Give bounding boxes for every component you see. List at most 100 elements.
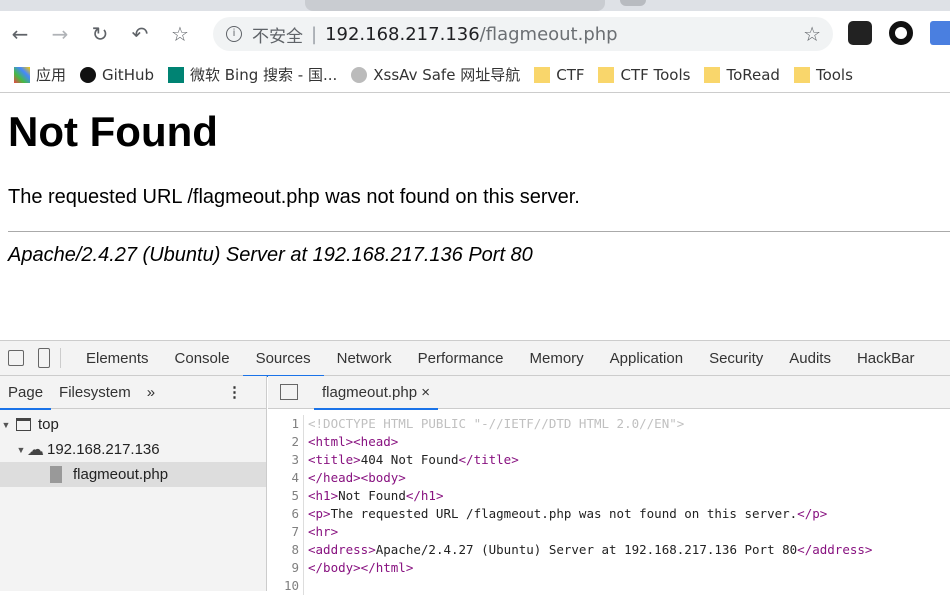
extension-circle-icon[interactable] [889, 21, 913, 45]
code-line: 6 <p> The requested URL /flagmeout.php was… [268, 505, 950, 523]
code-line: 2 <html><head> [268, 433, 950, 451]
insecure-label: 不安全 [252, 26, 303, 47]
tree-label: flagmeout.php [73, 466, 169, 483]
folder-icon [598, 66, 615, 83]
bookmark-item[interactable]: Tools [793, 65, 853, 84]
tab-network[interactable]: Network [324, 341, 405, 376]
code-token: <hr> [308, 524, 339, 539]
divider [8, 231, 950, 232]
reload-icon[interactable]: ↻ [80, 22, 120, 46]
bookmark-item[interactable]: CTF Tools [598, 66, 690, 84]
tab-audits[interactable]: Audits [776, 341, 844, 376]
folder-icon [704, 66, 721, 83]
line-number: 3 [268, 451, 304, 469]
toggle-navigator-icon[interactable] [280, 384, 298, 400]
menu-icon[interactable]: ⋮ [219, 376, 250, 409]
expand-triangle-icon[interactable]: ▼ [15, 445, 27, 455]
tree-label: 192.168.217.136 [47, 441, 160, 458]
bookmark-item[interactable]: ToRead [704, 65, 780, 84]
divider: | [311, 23, 318, 45]
browser-tab[interactable] [305, 0, 605, 11]
bookmark-star-icon[interactable]: ☆ [160, 22, 200, 46]
bookmark-item[interactable]: XssAv Safe 网址导航 [351, 64, 520, 85]
navigator-pane: Page Filesystem » ⋮ ▼ top ▼ ☁ 192.168.217.1… [0, 376, 267, 591]
line-number: 8 [268, 541, 304, 559]
tab-filesystem[interactable]: Filesystem [51, 376, 139, 409]
back-icon[interactable]: ← [0, 22, 40, 46]
bookmark-label: ToRead [726, 65, 780, 84]
file-tab[interactable]: flagmeout.php × [314, 376, 439, 410]
code-token: <h1> [308, 488, 339, 503]
github-icon [80, 66, 97, 83]
tree-item-top[interactable]: ▼ top [0, 412, 266, 437]
bookmark-label: GitHub [102, 65, 154, 84]
bookmark-item[interactable]: CTF [534, 66, 584, 84]
code-line: 1 <!DOCTYPE HTML PUBLIC "-//IETF//DTD HTM… [268, 415, 950, 433]
code-token: The requested URL /flagmeout.php was not… [330, 506, 798, 521]
bookmark-item[interactable]: GitHub [80, 66, 154, 84]
inspect-element-icon[interactable] [8, 350, 24, 366]
tab-page[interactable]: Page [0, 376, 52, 410]
address-bar[interactable]: i 不安全 | 192.168.217.136/flagmeout.php ☆ [213, 17, 833, 51]
bookmark-item[interactable]: 微软 Bing 搜索 - 国... [168, 64, 337, 85]
code-line: 10 [268, 577, 950, 595]
translate-icon[interactable] [930, 21, 950, 45]
expand-triangle-icon[interactable]: ▼ [0, 420, 12, 430]
code-editor[interactable]: 1 <!DOCTYPE HTML PUBLIC "-//IETF//DTD HTM… [268, 409, 950, 595]
new-tab-button[interactable] [620, 0, 646, 6]
line-number: 7 [268, 523, 304, 541]
bookmark-label: CTF Tools [620, 65, 691, 84]
code-token: Not Found [338, 488, 406, 503]
tree-item-host[interactable]: ▼ ☁ 192.168.217.136 [0, 437, 266, 462]
bookmark-label: Tools [815, 65, 853, 84]
bookmark-label: XssAv Safe 网址导航 [373, 66, 521, 84]
error-message: The requested URL /flagmeout.php was not… [8, 186, 580, 208]
tab-memory[interactable]: Memory [517, 341, 597, 376]
code-token: 404 Not Found [360, 452, 459, 467]
undo-icon[interactable]: ↶ [120, 22, 160, 46]
url-host: 192.168.217.136 [325, 23, 480, 45]
file-icon [50, 466, 62, 483]
browser-toolbar: ← → ↻ ↶ ☆ i 不安全 | 192.168.217.136/flagme… [0, 11, 950, 57]
code-token: </body></html> [308, 560, 414, 575]
code-line: 7 <hr> [268, 523, 950, 541]
device-toolbar-icon[interactable] [38, 348, 50, 368]
file-tab-label: flagmeout.php [322, 383, 418, 401]
cloud-icon: ☁ [27, 439, 44, 459]
code-token: </address> [797, 542, 873, 557]
tab-console[interactable]: Console [162, 341, 243, 376]
star-icon[interactable]: ☆ [803, 22, 821, 46]
tab-application[interactable]: Application [597, 341, 696, 376]
folder-icon [793, 66, 810, 83]
bookmark-item[interactable]: 应用 [14, 64, 66, 85]
code-token: </h1> [405, 488, 444, 503]
editor-pane: flagmeout.php × 1 <!DOCTYPE HTML PUBLIC "… [268, 376, 950, 595]
tree-item-file[interactable]: flagmeout.php [0, 462, 266, 487]
code-token: </title> [458, 452, 519, 467]
bookmark-label: 微软 Bing 搜索 - 国... [190, 66, 338, 84]
forward-icon[interactable]: → [40, 22, 80, 46]
url-path: /flagmeout.php [479, 23, 618, 45]
tree-label: top [38, 416, 59, 433]
page-content: Not Found The requested URL /flagmeout.p… [0, 94, 950, 340]
tab-elements[interactable]: Elements [73, 341, 162, 376]
line-number: 10 [268, 577, 304, 595]
code-token: <address> [308, 542, 376, 557]
info-icon[interactable]: i [226, 26, 242, 42]
code-token: <!DOCTYPE HTML PUBLIC "-//IETF//DTD HTML… [308, 416, 685, 431]
folder-icon [534, 66, 551, 83]
tab-performance[interactable]: Performance [405, 341, 517, 376]
close-icon[interactable]: × [421, 384, 430, 401]
code-token: </p> [797, 506, 828, 521]
alien-icon [351, 66, 368, 83]
tab-hackbar[interactable]: HackBar [844, 341, 928, 376]
tab-security[interactable]: Security [696, 341, 776, 376]
more-tabs-icon[interactable]: » [139, 376, 163, 409]
extension-icon[interactable] [848, 21, 872, 45]
tab-sources[interactable]: Sources [242, 341, 324, 377]
code-token: <title> [308, 452, 361, 467]
bookmarks-bar: 应用 GitHub 微软 Bing 搜索 - 国... XssAv Safe 网址导航… [0, 57, 950, 93]
code-token: <p> [308, 506, 331, 521]
code-token: Apache/2.4.27 (Ubuntu) Server at 192.168… [375, 542, 798, 557]
frame-icon [16, 418, 31, 431]
